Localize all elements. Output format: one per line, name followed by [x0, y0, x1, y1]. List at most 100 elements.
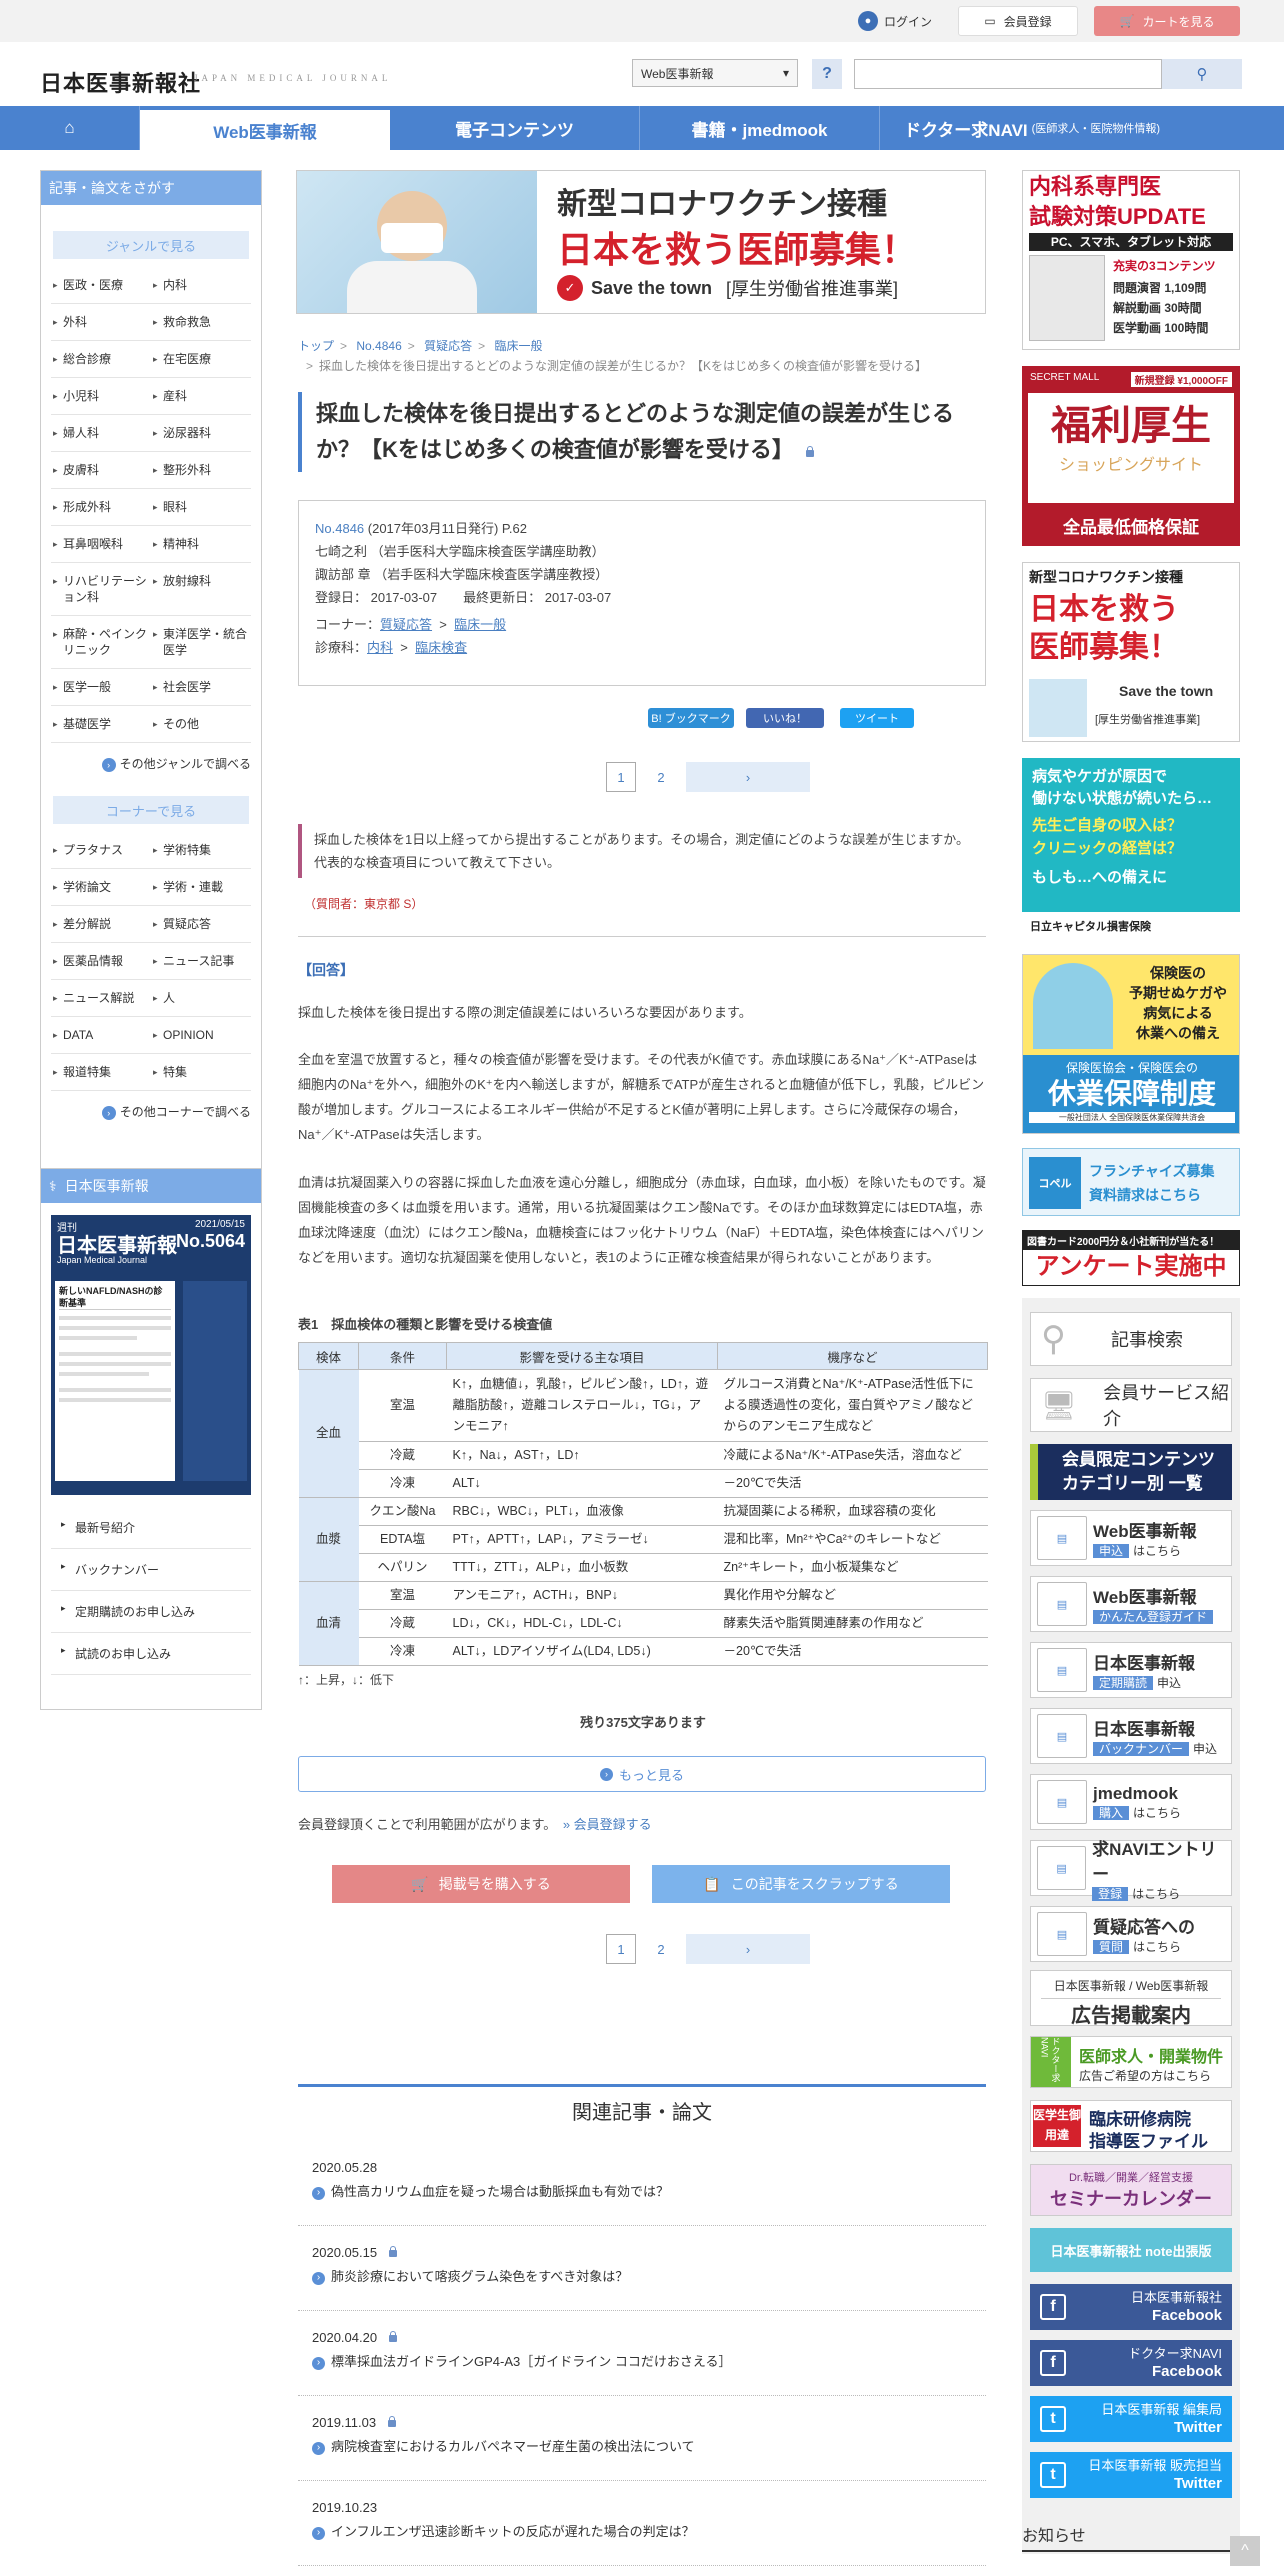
- nav-e-content[interactable]: 電子コンテンツ: [390, 106, 640, 150]
- ad-welfare-shopping[interactable]: SECRET MALL 新規登録 ¥1,000OFF 福利厚生 ショッピングサイト…: [1022, 366, 1240, 546]
- member-service-button[interactable]: 🖥 会員サービス紹介: [1030, 1378, 1232, 1432]
- genre-item[interactable]: 眼科: [151, 489, 251, 526]
- right-link-button[interactable]: ▤ 日本医事新報 バックナンバー 申込: [1030, 1708, 1232, 1764]
- corner-item[interactable]: 質疑応答: [151, 906, 251, 943]
- twitter-link[interactable]: t 日本医事新報 販売担当 Twitter: [1030, 2452, 1232, 2498]
- more-button[interactable]: › もっと見る: [298, 1756, 986, 1792]
- twitter-link[interactable]: t 日本医事新報 編集局 Twitter: [1030, 2396, 1232, 2442]
- search-input[interactable]: [854, 59, 1162, 89]
- corner-item[interactable]: ニュース記事: [151, 943, 251, 980]
- facebook-like-button[interactable]: いいね！: [746, 708, 824, 728]
- genre-item[interactable]: 耳鼻咽喉科: [51, 526, 151, 563]
- genre-more-link[interactable]: › その他ジャンルで調べる: [41, 743, 261, 782]
- scroll-top-button[interactable]: ^: [1230, 2536, 1260, 2566]
- genre-item[interactable]: 救命救急: [151, 304, 251, 341]
- next-page-button[interactable]: ›: [686, 1934, 810, 1964]
- right-link-button[interactable]: ▤ jmedmook 購入 はこちら: [1030, 1774, 1232, 1830]
- genre-item[interactable]: 整形外科: [151, 452, 251, 489]
- members-contents-button[interactable]: 会員限定コンテンツ カテゴリー別 一覧: [1030, 1444, 1232, 1500]
- facebook-link[interactable]: f 日本医事新報社 Facebook: [1030, 2284, 1232, 2330]
- dept-link-2[interactable]: 臨床検査: [415, 640, 467, 655]
- buy-issue-button[interactable]: 🛒 掲載号を購入する: [332, 1865, 630, 1903]
- genre-item[interactable]: 在宅医療: [151, 341, 251, 378]
- genre-item[interactable]: 皮膚科: [51, 452, 151, 489]
- corner-item[interactable]: ニュース解説: [51, 980, 151, 1017]
- breadcrumb-issue[interactable]: No.4846: [356, 339, 401, 353]
- member-register-link[interactable]: » 会員登録する: [563, 1817, 652, 1832]
- corner-item[interactable]: DATA: [51, 1017, 151, 1054]
- related-item[interactable]: 2019.11.03病院検査室におけるカルバペネマーゼ産生菌の検出法について: [298, 2397, 986, 2481]
- facebook-link[interactable]: f ドクター求NAVI Facebook: [1030, 2340, 1232, 2386]
- tweet-button[interactable]: ツイート: [840, 708, 914, 728]
- issue-link[interactable]: No.4846: [315, 521, 364, 536]
- ad-copel-franchise[interactable]: コペル フランチャイズ募集 資料請求はこちら: [1022, 1148, 1240, 1216]
- genre-item[interactable]: 医政・医療: [51, 267, 151, 304]
- genre-item[interactable]: 外科: [51, 304, 151, 341]
- right-link-button[interactable]: ▤ Web医事新報 かんたん登録ガイド: [1030, 1576, 1232, 1632]
- genre-item[interactable]: 社会医学: [151, 669, 251, 706]
- genre-item[interactable]: 精神科: [151, 526, 251, 563]
- dept-link-1[interactable]: 内科: [367, 640, 393, 655]
- right-link-button[interactable]: ▤ 日本医事新報 定期購読 申込: [1030, 1642, 1232, 1698]
- genre-item[interactable]: 東洋医学・統合医学: [151, 616, 251, 669]
- ad-info-button[interactable]: 日本医事新報 / Web医事新報 広告掲載案内: [1030, 1970, 1232, 2027]
- ad-income-insurance[interactable]: 病気やケガが原因で 働けない状態が続いたら… 先生ご自身の収入は？ クリニックの…: [1022, 758, 1240, 938]
- corner-item[interactable]: 学術論文: [51, 869, 151, 906]
- page-2[interactable]: 2: [646, 1934, 676, 1964]
- genre-item[interactable]: 医学一般: [51, 669, 151, 706]
- cart-button[interactable]: 🛒 カートを見る: [1094, 6, 1240, 36]
- resident-file-button[interactable]: 医学生御用達 臨床研修病院 指導医ファイル: [1030, 2100, 1232, 2152]
- genre-item[interactable]: 形成外科: [51, 489, 151, 526]
- page-1[interactable]: 1: [606, 1934, 636, 1964]
- genre-item[interactable]: 内科: [151, 267, 251, 304]
- related-item[interactable]: 2020.05.28 偽性高カリウム血症を疑った場合は動脈採血も有効では？: [298, 2142, 986, 2226]
- next-page-button[interactable]: ›: [686, 762, 810, 792]
- ad-survey[interactable]: 図書カード2000円分＆小社新刊が当たる！ アンケート実施中: [1022, 1230, 1240, 1286]
- journal-cover[interactable]: 週刊 日本医事新報 Japan Medical Journal 2021/05/…: [51, 1215, 251, 1495]
- right-link-button[interactable]: ▤ 質疑応答への 質問 はこちら: [1030, 1906, 1232, 1962]
- corner-item[interactable]: 学術特集: [151, 832, 251, 869]
- genre-item[interactable]: 基礎医学: [51, 706, 151, 743]
- journal-link[interactable]: 試読のお申し込み: [51, 1633, 251, 1675]
- related-title-link[interactable]: 偽性高カリウム血症を疑った場合は動脈採血も有効では？: [312, 2180, 972, 2204]
- right-link-button[interactable]: ▤ 求NAVIエントリー 登録 はこちら: [1030, 1840, 1232, 1901]
- genre-item[interactable]: その他: [151, 706, 251, 743]
- ad-internal-medicine[interactable]: 内科系専門医 試験対策UPDATE PC、スマホ、タブレット対応 充実の3コンテ…: [1022, 170, 1240, 350]
- related-title-link[interactable]: 病院検査室におけるカルバペネマーゼ産生菌の検出法について: [312, 2435, 972, 2459]
- corner-more-link[interactable]: › その他コーナーで調べる: [41, 1091, 261, 1130]
- scrap-article-button[interactable]: 📋 この記事をスクラップする: [652, 1865, 950, 1903]
- search-scope-select[interactable]: Web医事新報 ▾: [632, 59, 798, 87]
- page-1[interactable]: 1: [606, 762, 636, 792]
- seminar-calendar-button[interactable]: Dr.転職／開業／経営支援 セミナーカレンダー: [1030, 2164, 1232, 2216]
- nav-books[interactable]: 書籍・jmedmook: [640, 106, 880, 150]
- corner-item[interactable]: 学術・連載: [151, 869, 251, 906]
- hatena-bookmark-button[interactable]: B! ブックマーク: [648, 708, 734, 728]
- corner-item[interactable]: OPINION: [151, 1017, 251, 1054]
- breadcrumb-category[interactable]: 臨床一般: [494, 339, 542, 353]
- genre-item[interactable]: 産科: [151, 378, 251, 415]
- article-search-button[interactable]: ⚲ 記事検索: [1030, 1312, 1232, 1366]
- corner-link-2[interactable]: 臨床一般: [454, 617, 506, 632]
- nav-home[interactable]: ⌂: [0, 106, 140, 150]
- note-button[interactable]: 日本医事新報社 note出張版: [1030, 2228, 1232, 2272]
- corner-item[interactable]: 報道特集: [51, 1054, 151, 1091]
- register-button[interactable]: ▭ 会員登録: [958, 6, 1078, 36]
- genre-item[interactable]: 麻酔・ペインクリニック: [51, 616, 151, 669]
- journal-link[interactable]: 最新号紹介: [51, 1507, 251, 1549]
- corner-item[interactable]: 特集: [151, 1054, 251, 1091]
- genre-item[interactable]: 婦人科: [51, 415, 151, 452]
- related-title-link[interactable]: 標準採血法ガイドラインGP4-A3［ガイドライン ココだけおさえる］: [312, 2350, 972, 2374]
- right-link-button[interactable]: ▤ Web医事新報 申込 はこちら: [1030, 1510, 1232, 1566]
- related-item[interactable]: 2019.10.23 インフルエンザ迅速診断キットの反応が遅れた場合の判定は？: [298, 2482, 986, 2566]
- journal-link[interactable]: バックナンバー: [51, 1549, 251, 1591]
- breadcrumb-corner[interactable]: 質疑応答: [424, 339, 472, 353]
- ad-vaccine-doctors[interactable]: 新型コロナワクチン接種 日本を救う 医師募集！ Save the town [厚…: [1022, 562, 1240, 742]
- nav-doctor-navi[interactable]: ドクター求NAVI (医師求人・医院物件情報): [880, 106, 1184, 150]
- help-button[interactable]: ?: [812, 59, 842, 89]
- related-item[interactable]: 2020.04.20標準採血法ガイドラインGP4-A3［ガイドライン ココだけお…: [298, 2312, 986, 2396]
- related-title-link[interactable]: 肺炎診療において喀痰グラム染色をすべき対象は？: [312, 2265, 972, 2289]
- corner-item[interactable]: 医薬品情報: [51, 943, 151, 980]
- genre-item[interactable]: 小児科: [51, 378, 151, 415]
- corner-item[interactable]: 人: [151, 980, 251, 1017]
- nav-web-ijishinpo[interactable]: Web医事新報: [140, 110, 390, 150]
